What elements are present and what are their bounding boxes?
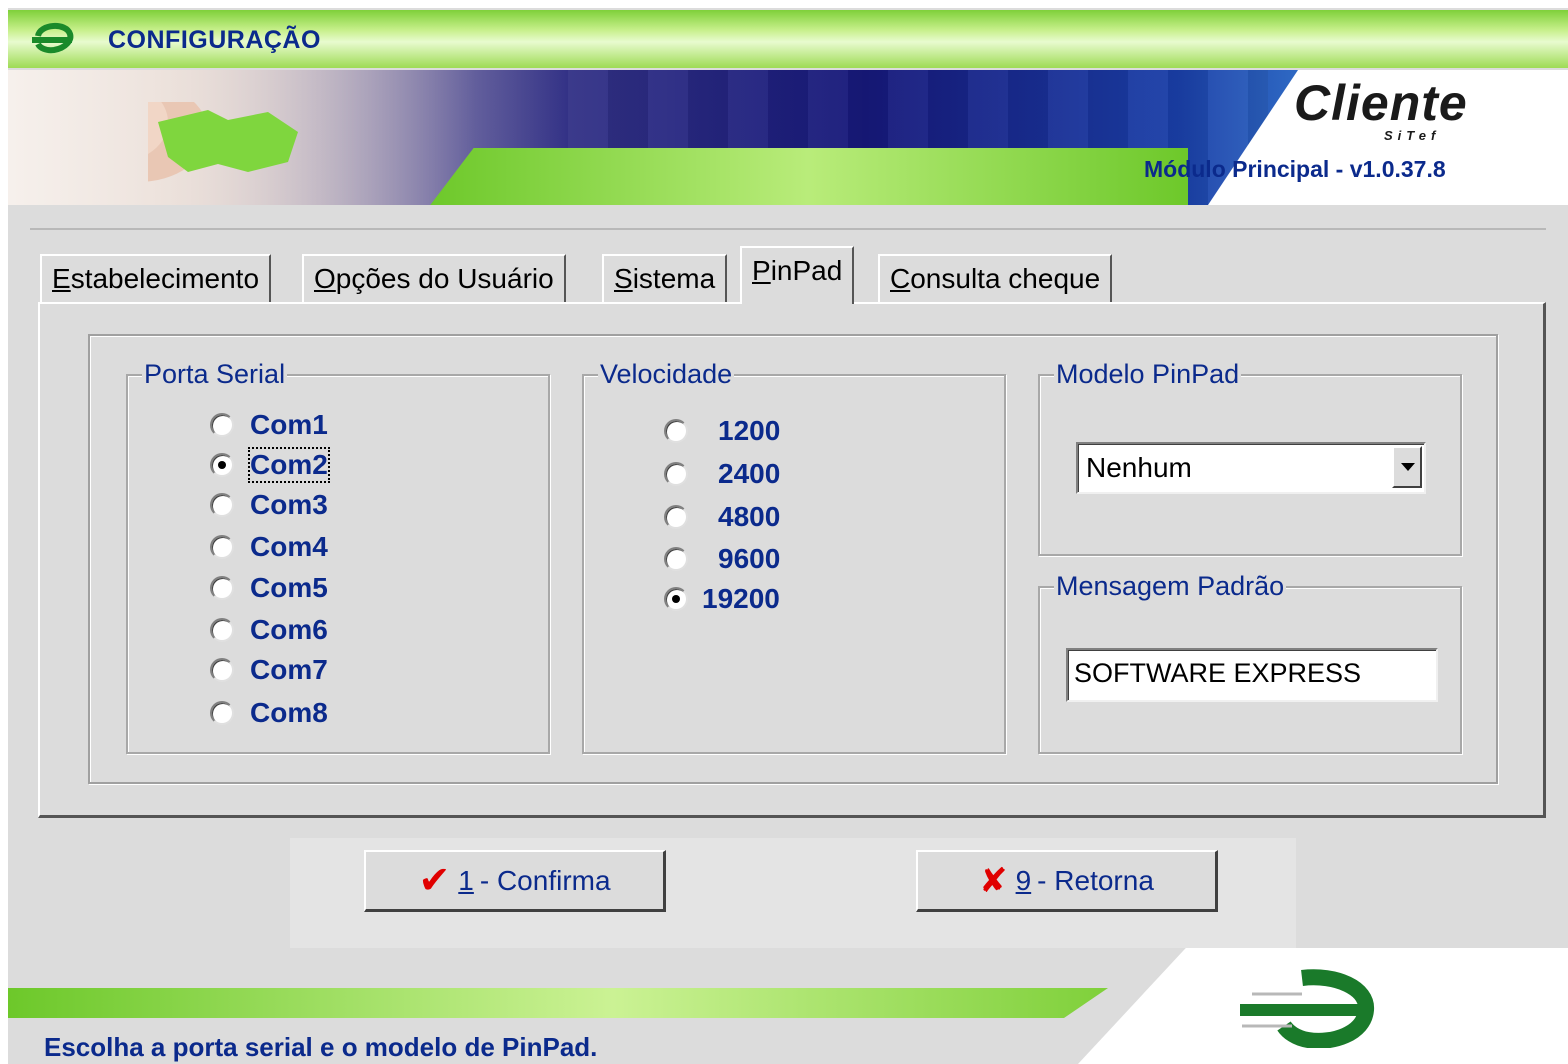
mensagem-padrao-group: Mensagem Padrão SOFTWARE EXPRESS	[1038, 571, 1462, 754]
version-label: Módulo Principal - v1.0.37.8	[1144, 156, 1446, 182]
pinpad-tab-panel: Porta Serial Com1 Com2 Com3 Com4 Com5 Co…	[38, 302, 1546, 818]
modelo-pinpad-group: Modelo PinPad Nenhum	[1038, 359, 1462, 556]
hand-card-image-icon	[148, 102, 298, 182]
velocidade-label: Velocidade	[598, 359, 735, 390]
radio-2400[interactable]: 2400	[664, 455, 780, 493]
modelo-pinpad-value: Nenhum	[1086, 452, 1192, 483]
radio-button[interactable]	[664, 419, 688, 443]
radio-1200[interactable]: 1200	[664, 412, 780, 450]
radio-4800[interactable]: 4800	[664, 498, 780, 536]
porta-serial-group: Porta Serial Com1 Com2 Com3 Com4 Com5 Co…	[126, 359, 550, 754]
radio-com2[interactable]: Com2	[210, 446, 330, 484]
close-icon: ✘	[979, 861, 1008, 900]
tab-opcoes-do-usuario[interactable]: Opções do Usuário	[302, 254, 566, 304]
tab-consulta-cheque[interactable]: Consulta cheque	[878, 254, 1113, 304]
radio-com3[interactable]: Com3	[210, 486, 328, 524]
radio-button[interactable]	[210, 493, 234, 517]
configuration-window: CONFIGURAÇÃO Cliente SiTef Módulo Princi…	[8, 8, 1568, 1064]
radio-button[interactable]	[210, 576, 234, 600]
confirm-button[interactable]: ✔ 1 - Confirma	[364, 850, 666, 912]
mensagem-padrao-label: Mensagem Padrão	[1054, 571, 1287, 602]
radio-button[interactable]	[210, 618, 234, 642]
title-bar: CONFIGURAÇÃO	[8, 10, 1568, 68]
mensagem-padrao-input[interactable]: SOFTWARE EXPRESS	[1066, 648, 1438, 702]
radio-button[interactable]	[210, 658, 234, 682]
return-button[interactable]: ✘ 9 - Retorna	[916, 850, 1218, 912]
header-banner: Cliente SiTef Módulo Principal - v1.0.37…	[8, 70, 1568, 205]
radio-button-checked[interactable]	[664, 587, 688, 611]
radio-button[interactable]	[210, 701, 234, 725]
check-icon: ✔	[418, 859, 451, 902]
radio-19200[interactable]: 19200	[664, 580, 780, 618]
radio-9600[interactable]: 9600	[664, 540, 780, 578]
tab-estabelecimento[interactable]: Estabelecimento	[40, 254, 272, 304]
brand-name: Cliente	[1294, 75, 1468, 131]
status-message: Escolha a porta serial e o modelo de Pin…	[44, 1032, 598, 1062]
porta-serial-label: Porta Serial	[142, 359, 288, 390]
sitef-logo-icon	[32, 23, 74, 54]
modelo-pinpad-label: Modelo PinPad	[1054, 359, 1242, 390]
radio-com4[interactable]: Com4	[210, 528, 328, 566]
pinpad-settings-area: Porta Serial Com1 Com2 Com3 Com4 Com5 Co…	[88, 334, 1498, 784]
radio-com6[interactable]: Com6	[210, 611, 328, 649]
radio-com1[interactable]: Com1	[210, 406, 328, 444]
radio-com8[interactable]: Com8	[210, 694, 328, 732]
modelo-pinpad-select[interactable]: Nenhum	[1076, 442, 1426, 494]
brand-subtitle: SiTef	[1384, 128, 1441, 143]
radio-com5[interactable]: Com5	[210, 569, 328, 607]
radio-button[interactable]	[210, 535, 234, 559]
radio-button[interactable]	[664, 547, 688, 571]
radio-button-checked[interactable]	[210, 453, 234, 477]
radio-button[interactable]	[664, 505, 688, 529]
radio-com7[interactable]: Com7	[210, 651, 328, 689]
tab-pinpad[interactable]: PinPad	[740, 246, 855, 304]
window-title: CONFIGURAÇÃO	[108, 26, 321, 54]
sitef-footer-logo-icon	[1240, 969, 1374, 1048]
radio-button[interactable]	[210, 413, 234, 437]
velocidade-group: Velocidade 1200 2400 4800 9600 19200	[582, 359, 1006, 754]
chevron-down-icon[interactable]	[1392, 446, 1422, 488]
radio-button[interactable]	[664, 462, 688, 486]
tab-sistema[interactable]: Sistema	[602, 254, 728, 304]
